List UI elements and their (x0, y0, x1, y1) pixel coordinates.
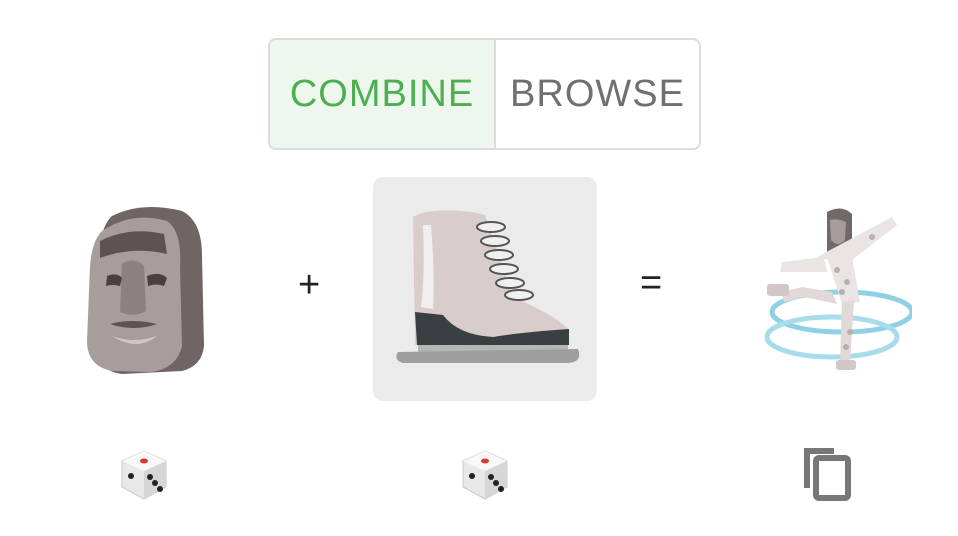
copy-result-button[interactable] (798, 444, 854, 502)
right-emoji-slot[interactable] (373, 177, 597, 401)
left-emoji-slot[interactable] (72, 196, 222, 386)
ice-skate-emoji (396, 210, 580, 363)
dice-icon (121, 450, 167, 500)
equals-operator: = (640, 262, 663, 304)
result-emoji (742, 192, 915, 382)
randomize-right-button[interactable] (455, 443, 515, 503)
randomize-left-button[interactable] (114, 443, 174, 503)
dice-icon (462, 450, 508, 500)
copy-icon (804, 448, 851, 501)
moai-skater-emoji (764, 208, 915, 370)
tab-browse[interactable]: BROWSE (496, 40, 699, 148)
tab-combine[interactable]: COMBINE (270, 40, 496, 148)
plus-operator: + (298, 264, 321, 306)
mode-toggle: COMBINE BROWSE (268, 38, 701, 150)
moai-emoji (87, 207, 204, 374)
